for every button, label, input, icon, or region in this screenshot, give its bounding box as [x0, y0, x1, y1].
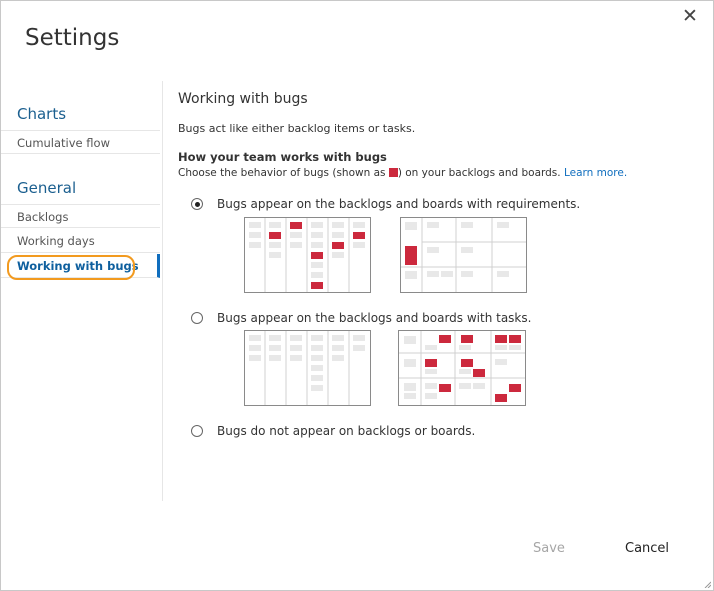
option-tasks-label: Bugs appear on the backlogs and boards w…	[217, 311, 532, 325]
radio-none[interactable]	[191, 425, 203, 437]
radio-tasks[interactable]	[191, 312, 203, 324]
section-heading: How your team works with bugs	[178, 150, 387, 164]
cancel-button[interactable]: Cancel	[625, 541, 669, 556]
sidebar-item-working-days[interactable]: Working days	[1, 229, 160, 253]
sidebar-item-cumulative-flow[interactable]: Cumulative flow	[1, 130, 160, 154]
radio-requirements[interactable]	[191, 198, 203, 210]
resize-grip-icon[interactable]	[703, 580, 711, 588]
requirements-board-graphic	[401, 218, 526, 292]
save-button[interactable]: Save	[533, 541, 565, 556]
learn-more-link[interactable]: Learn more.	[564, 167, 627, 179]
requirements-backlog-graphic	[249, 218, 365, 292]
section-desc-after: ) on your backlogs and boards.	[397, 167, 561, 179]
page-title: Working with bugs	[178, 91, 308, 107]
section-desc-before: Choose the behavior of bugs (shown as	[178, 167, 386, 179]
option-none-label: Bugs do not appear on backlogs or boards…	[217, 424, 476, 438]
close-icon[interactable]: ✕	[681, 7, 699, 26]
highlight-ring	[7, 255, 135, 280]
option-requirements[interactable]: Bugs appear on the backlogs and boards w…	[191, 196, 580, 212]
section-description: Choose the behavior of bugs (shown as ) …	[178, 167, 627, 179]
sidebar-item-backlogs[interactable]: Backlogs	[1, 204, 160, 228]
tasks-backlog-graphic	[249, 331, 365, 405]
tasks-board-illustration	[398, 330, 526, 406]
requirements-board-illustration	[400, 217, 527, 293]
tasks-backlog-illustration	[244, 330, 371, 406]
settings-dialog: Settings ✕ Charts Cumulative flow Genera…	[0, 0, 714, 591]
tasks-board-graphic	[399, 331, 525, 405]
sidebar-heading-general: General	[17, 179, 77, 197]
option-tasks[interactable]: Bugs appear on the backlogs and boards w…	[191, 310, 531, 326]
bug-swatch-icon	[388, 168, 398, 177]
requirements-backlog-illustration	[244, 217, 371, 293]
option-requirements-label: Bugs appear on the backlogs and boards w…	[217, 197, 581, 211]
option-none[interactable]: Bugs do not appear on backlogs or boards…	[191, 423, 475, 439]
page-description: Bugs act like either backlog items or ta…	[178, 122, 416, 135]
sidebar-heading-charts: Charts	[17, 105, 67, 123]
dialog-title: Settings	[25, 25, 120, 51]
sidebar-divider	[162, 81, 163, 501]
